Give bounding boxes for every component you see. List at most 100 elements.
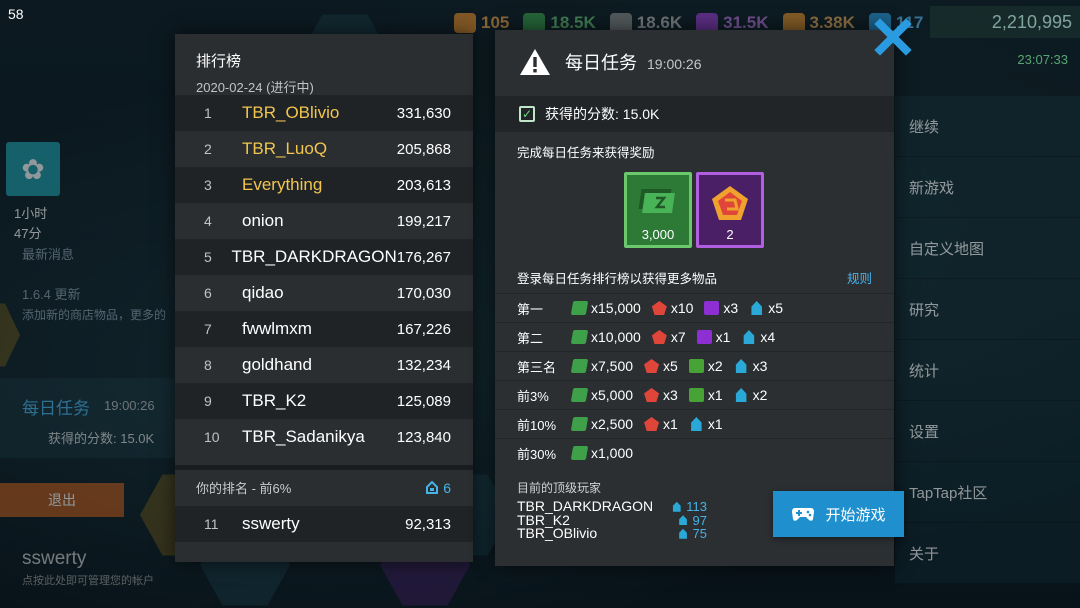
menu-new-game[interactable]: 新游戏	[895, 157, 1080, 218]
item-qty: x5	[663, 358, 678, 374]
item-qty: x1	[707, 416, 723, 432]
rank: 6	[204, 285, 212, 301]
robot-icon	[735, 388, 747, 402]
leaderboard-row[interactable]: 10 TBR_Sadanikya 123,840	[175, 419, 473, 455]
cash-icon	[570, 417, 589, 431]
cash-icon	[570, 388, 589, 402]
start-game-button[interactable]: 开始游戏	[773, 491, 904, 537]
manage-account-hint: 点按此处即可管理您的帐户	[22, 575, 154, 587]
item-qty: x7,500	[591, 358, 634, 374]
menu-stats[interactable]: 统计	[895, 340, 1080, 401]
item-qty: x3	[723, 300, 739, 316]
menu-custom-map[interactable]: 自定义地图	[895, 218, 1080, 279]
player-score: 203,613	[396, 176, 451, 194]
item-qty: x10	[670, 300, 694, 316]
rank: 10	[204, 429, 220, 445]
leaderboard-row[interactable]: 8 goldhand 132,234	[175, 347, 473, 383]
close-icon[interactable]	[874, 18, 912, 56]
player-score: 132,234	[396, 356, 451, 374]
login-caption: 登录每日任务排行榜以获得更多物品	[517, 272, 718, 286]
rank: 11	[204, 516, 219, 532]
leaderboard-row[interactable]: 3 Everything 203,613	[175, 167, 473, 203]
menu-research[interactable]: 研究	[895, 279, 1080, 340]
tier-name: 第二	[517, 330, 544, 346]
start-game-label: 开始游戏	[825, 506, 886, 524]
tier-name: 前3%	[517, 388, 549, 404]
menu-community[interactable]: TapTap社区	[895, 462, 1080, 523]
tier-item: x15,000	[570, 300, 641, 316]
tier-item: x10	[651, 300, 694, 316]
leaderboard-row[interactable]: 7 fwwlmxm 167,226	[175, 311, 473, 347]
rank: 5	[204, 249, 212, 265]
player-name: fwwlmxm	[242, 319, 312, 338]
tier-item: x1	[696, 329, 730, 345]
my-leaderboard-row[interactable]: 11 sswerty 92,313	[175, 506, 473, 542]
leaderboard-row[interactable]: 5 TBR_DARKDRAGON 176,267	[175, 239, 473, 275]
player-name: TBR_LuoQ	[242, 139, 328, 158]
top-player-value-wrap: 113	[671, 500, 707, 514]
daily-task-card-bg[interactable]: 每日任务 19:00:26 获得的分数: 15.0K	[0, 378, 180, 458]
pentagon-badge-icon	[712, 186, 748, 220]
item-qty: x5,000	[591, 387, 634, 403]
tier-row: 第二 x10,000 x7 x1 x4	[495, 322, 894, 351]
exit-button[interactable]: 退出	[0, 483, 124, 517]
leaderboard-title: 排行榜	[196, 53, 242, 70]
tier-row: 前30% x1,000	[495, 438, 894, 467]
my-rank-header: 你的排名 - 前6% 6	[196, 478, 451, 497]
leaderboard-row[interactable]: 2 TBR_LuoQ 205,868	[175, 131, 473, 167]
pentagon-badge-icon	[644, 417, 660, 431]
menu-settings[interactable]: 设置	[895, 401, 1080, 462]
top-player-value-wrap: 97	[678, 512, 707, 528]
green-cube-icon	[688, 388, 704, 402]
player-name: TBR_Sadanikya	[242, 427, 365, 446]
tier-row: 第三名 x7,500 x5 x2 x3	[495, 351, 894, 380]
item-qty: x3	[663, 387, 678, 403]
player-name: Everything	[242, 175, 323, 194]
login-caption-row: 登录每日任务排行榜以获得更多物品 规则	[517, 268, 872, 287]
money-display: 2,210,995	[930, 6, 1080, 38]
tier-item: x5,000	[570, 387, 634, 403]
player-name: qidao	[242, 283, 284, 302]
item-qty: x2	[752, 387, 768, 403]
tier-item: x1	[688, 387, 723, 403]
menu-about[interactable]: 关于	[895, 523, 1080, 584]
reward-caption: 完成每日任务来获得奖励	[517, 146, 655, 160]
player-score: 125,089	[396, 392, 451, 410]
rules-link[interactable]: 规则	[847, 268, 872, 287]
robot-icon	[672, 501, 681, 512]
divider	[175, 465, 473, 470]
player-score: 176,267	[396, 248, 451, 266]
rank: 3	[204, 177, 212, 193]
game-clock: 23:07:33	[1017, 52, 1068, 67]
version-note[interactable]: 1.6.4 更新	[22, 284, 81, 303]
user-account[interactable]: sswerty 点按此处即可管理您的帐户	[22, 548, 154, 588]
item-qty: x1,000	[591, 445, 634, 461]
tier-row: 第一 x15,000 x10 x3 x5	[495, 293, 894, 322]
leaderboard-row[interactable]: 6 qidao 170,030	[175, 275, 473, 311]
daily-task-panel: 每日任务 19:00:26 ✓ 获得的分数: 15.0K 完成每日任务来获得奖励…	[495, 30, 904, 566]
reward-card-cash: 3,000	[624, 172, 692, 248]
top-player-value: 97	[692, 512, 707, 528]
tier-item: x1	[644, 416, 678, 432]
top-player-name: TBR_OBlivio	[517, 525, 598, 541]
player-score: 167,226	[396, 320, 451, 338]
main-menu: 继续 新游戏 自定义地图 研究 统计 设置 TapTap社区 关于	[895, 96, 1080, 584]
daily-time-bg: 19:00:26	[104, 398, 155, 413]
menu-continue[interactable]: 继续	[895, 96, 1080, 157]
warning-icon	[520, 49, 550, 75]
cash-icon	[570, 446, 589, 460]
tier-item: x1,000	[570, 445, 634, 461]
play-hours: 1小时	[14, 206, 48, 221]
leaderboard-row[interactable]: 1 TBR_OBlivio 331,630	[175, 95, 473, 131]
tier-name: 第三名	[517, 359, 557, 375]
leaderboard-row[interactable]: 4 onion 199,217	[175, 203, 473, 239]
item-qty: x5	[768, 300, 783, 316]
item-qty: x4	[760, 329, 776, 345]
robot-icon	[679, 515, 687, 526]
money-value: 2,210,995	[991, 11, 1072, 32]
daily-task-header: 每日任务 19:00:26	[495, 30, 894, 94]
rank: 2	[204, 141, 212, 157]
daily-task-title: 每日任务	[565, 53, 637, 73]
player-name: onion	[242, 211, 284, 230]
leaderboard-row[interactable]: 9 TBR_K2 125,089	[175, 383, 473, 419]
